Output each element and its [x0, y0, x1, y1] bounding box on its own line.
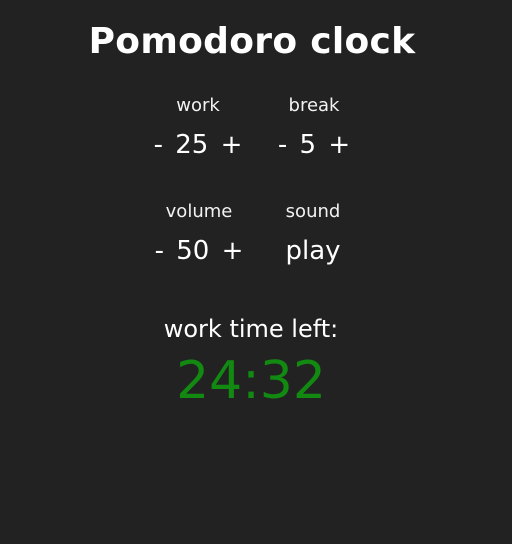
volume-decrement-button[interactable]: - — [155, 236, 164, 266]
work-decrement-button[interactable]: - — [154, 130, 163, 160]
time-left-label: work time left: — [163, 315, 339, 343]
sound-label: sound — [285, 201, 341, 222]
break-control: break - 5 + — [254, 95, 374, 160]
work-control: work - 25 + — [138, 95, 258, 160]
break-increment-button[interactable]: + — [328, 130, 350, 160]
volume-label: volume — [165, 201, 233, 222]
work-label: work — [176, 95, 220, 116]
countdown-timer: 24:32 — [176, 351, 326, 411]
volume-value: 50 — [176, 236, 210, 266]
work-value: 25 — [175, 130, 209, 160]
break-label: break — [288, 95, 340, 116]
sound-play-button[interactable]: play — [285, 236, 340, 266]
break-value: 5 — [299, 130, 317, 160]
break-decrement-button[interactable]: - — [278, 130, 287, 160]
app-title: Pomodoro clock — [88, 21, 416, 62]
break-value-row: - 5 + — [254, 130, 374, 160]
sound-control: sound play — [253, 201, 373, 266]
pomodoro-app: Pomodoro clock work - 25 + break - 5 + v… — [0, 0, 512, 544]
volume-value-row: - 50 + — [139, 236, 259, 266]
work-increment-button[interactable]: + — [221, 130, 243, 160]
volume-increment-button[interactable]: + — [222, 236, 244, 266]
volume-control: volume - 50 + — [139, 201, 259, 266]
work-value-row: - 25 + — [138, 130, 258, 160]
sound-value-row: play — [253, 236, 373, 266]
